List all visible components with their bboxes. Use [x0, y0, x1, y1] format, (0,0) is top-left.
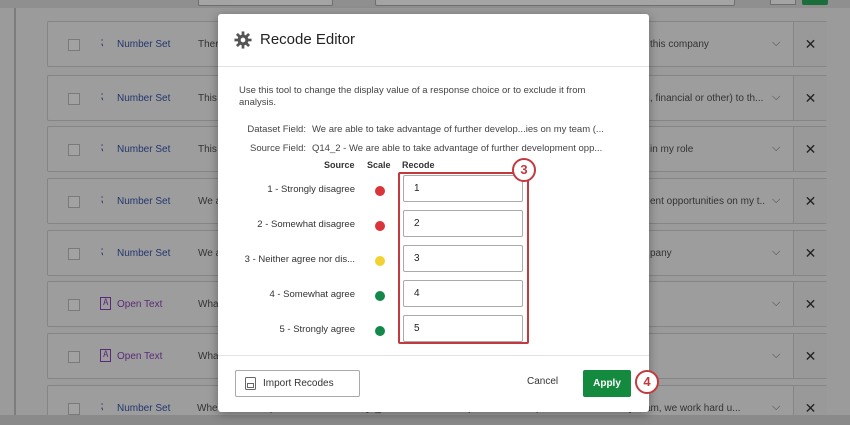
- scale-dot: [375, 326, 385, 336]
- field-type-label: Number Set: [117, 93, 171, 104]
- scale-dot: [375, 186, 385, 196]
- dialog-title: Recode Editor: [260, 31, 356, 48]
- field-type-label: Number Set: [117, 144, 171, 155]
- callout-badge-apply: 4: [635, 370, 659, 394]
- row-checkbox[interactable]: [68, 248, 80, 260]
- chevron-down-icon[interactable]: ⌵: [772, 91, 780, 104]
- open-text-icon: A: [100, 349, 112, 362]
- source-label: 3 - Neither agree nor dis...: [244, 254, 355, 265]
- number-set-icon: ⁏: [100, 35, 104, 48]
- question-text-right: pany: [650, 248, 672, 259]
- remove-field-button[interactable]: ✕: [793, 282, 827, 326]
- top-select[interactable]: [198, 0, 333, 6]
- question-text: Wha: [198, 351, 218, 362]
- column-header-recode: Recode: [402, 160, 435, 170]
- number-set-icon: ⁏: [100, 399, 104, 412]
- chevron-down-icon[interactable]: ⌵: [772, 37, 780, 50]
- field-type-label: Open Text: [117, 299, 163, 310]
- question-text: We a: [198, 248, 218, 259]
- scale-dot: [375, 256, 385, 266]
- source-field-label: Source Field:: [250, 143, 306, 154]
- source-label: 5 - Strongly agree: [279, 324, 355, 335]
- page-edge: [14, 0, 16, 425]
- question-text-right: , financial or other) to th...: [650, 93, 764, 104]
- top-green-button[interactable]: [802, 0, 828, 5]
- remove-field-button[interactable]: ✕: [793, 127, 827, 171]
- number-set-icon: ⁏: [100, 192, 104, 205]
- top-search-input[interactable]: [375, 0, 735, 6]
- question-text: Ther: [198, 39, 218, 50]
- import-recodes-button[interactable]: Import Recodes: [235, 370, 360, 397]
- row-checkbox[interactable]: [68, 144, 80, 156]
- row-checkbox[interactable]: [68, 93, 80, 105]
- number-set-icon: ⁏: [100, 89, 104, 102]
- row-checkbox[interactable]: [68, 403, 80, 415]
- field-type-label: Number Set: [117, 403, 171, 414]
- top-gray-button[interactable]: [770, 0, 796, 5]
- recode-highlight-box: [398, 172, 529, 344]
- import-file-icon: [245, 377, 256, 390]
- dataset-field-value: We are able to take advantage of further…: [312, 124, 604, 135]
- number-set-icon: ⁏: [100, 244, 104, 257]
- chevron-down-icon[interactable]: ⌵: [772, 194, 780, 207]
- scale-dot: [375, 291, 385, 301]
- source-label: 2 - Somewhat disagree: [257, 219, 355, 230]
- dataset-field-label: Dataset Field:: [247, 124, 306, 135]
- row-checkbox[interactable]: [68, 351, 80, 363]
- chevron-down-icon[interactable]: ⌵: [772, 349, 780, 362]
- question-text-right: ent opportunities on my t...: [650, 196, 766, 207]
- source-label: 1 - Strongly disagree: [267, 184, 355, 195]
- row-checkbox[interactable]: [68, 39, 80, 51]
- remove-field-button[interactable]: ✕: [793, 231, 827, 275]
- row-checkbox[interactable]: [68, 196, 80, 208]
- chevron-down-icon[interactable]: ⌵: [772, 142, 780, 155]
- remove-field-button[interactable]: ✕: [793, 179, 827, 223]
- field-type-label: Number Set: [117, 39, 171, 50]
- number-set-icon: ⁏: [100, 140, 104, 153]
- question-text-right: in my role: [650, 144, 694, 155]
- row-checkbox[interactable]: [68, 299, 80, 311]
- question-text: We a: [198, 196, 218, 207]
- gear-icon: [234, 31, 252, 49]
- field-type-label: Number Set: [117, 196, 171, 207]
- source-label: 4 - Somewhat agree: [269, 289, 355, 300]
- remove-field-button[interactable]: ✕: [793, 334, 827, 378]
- remove-field-button[interactable]: ✕: [793, 76, 827, 120]
- question-text: This: [198, 93, 217, 104]
- column-header-scale: Scale: [367, 160, 391, 170]
- chevron-down-icon[interactable]: ⌵: [772, 297, 780, 310]
- recode-editor-dialog: Recode Editor Use this tool to change th…: [218, 14, 649, 412]
- column-header-source: Source: [324, 160, 355, 170]
- scale-dot: [375, 221, 385, 231]
- dialog-footer: Import Recodes Cancel Apply: [218, 355, 649, 412]
- dialog-header: Recode Editor: [218, 14, 649, 67]
- source-field-row: Source Field: Q14_2 - We are able to take…: [239, 143, 602, 154]
- question-text-right: this company: [650, 39, 709, 50]
- import-recodes-label: Import Recodes: [263, 378, 334, 389]
- dialog-description: Use this tool to change the display valu…: [239, 85, 586, 108]
- dataset-field-row: Dataset Field: We are able to take advant…: [239, 124, 604, 135]
- open-text-icon: A: [100, 297, 112, 310]
- remove-field-button[interactable]: ✕: [793, 22, 827, 66]
- question-text: Wha: [198, 299, 218, 310]
- source-field-value: Q14_2 - We are able to take advantage of…: [312, 143, 603, 154]
- chevron-down-icon[interactable]: ⌵: [772, 246, 780, 259]
- field-type-label: Number Set: [117, 248, 171, 259]
- question-text: This: [198, 144, 217, 155]
- callout-badge-recode: 3: [512, 158, 536, 182]
- apply-button[interactable]: Apply: [583, 370, 631, 397]
- bottom-scroll-strip: [0, 415, 850, 425]
- field-type-label: Open Text: [117, 351, 163, 362]
- cancel-button[interactable]: Cancel: [527, 376, 558, 387]
- chevron-down-icon[interactable]: ⌵: [772, 401, 780, 414]
